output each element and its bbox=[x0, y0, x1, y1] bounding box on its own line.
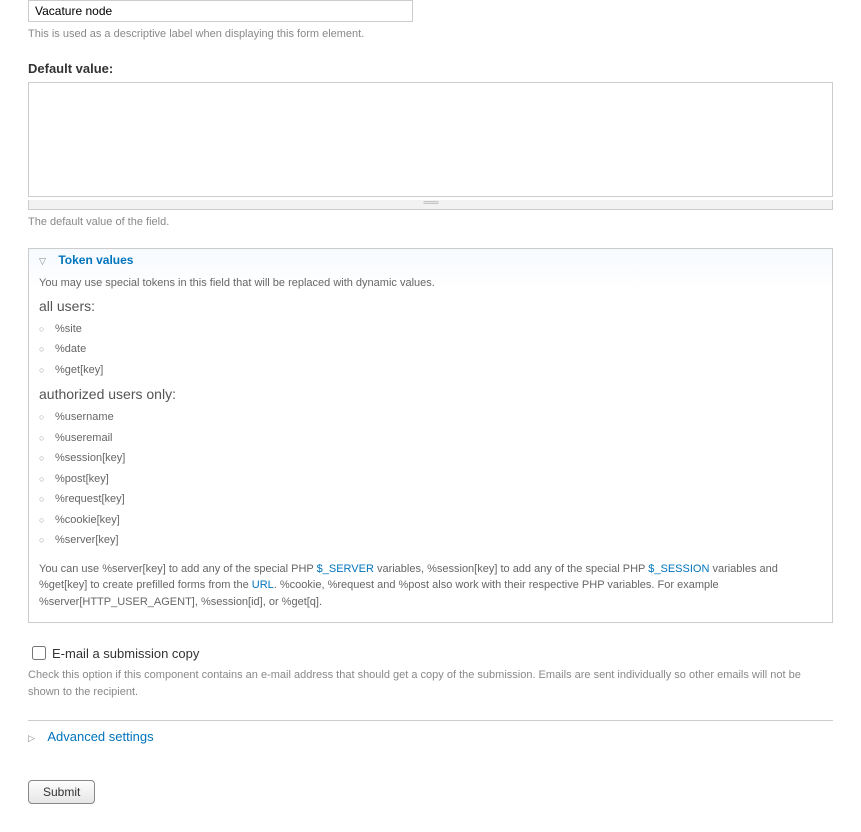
token-item: %date bbox=[39, 339, 822, 360]
token-group-all-users: all users: bbox=[39, 296, 822, 317]
submit-button[interactable]: Submit bbox=[28, 780, 95, 804]
token-item: %cookie[key] bbox=[39, 510, 822, 531]
textarea-resize-grip[interactable]: ═══ bbox=[28, 200, 833, 210]
default-value-description: The default value of the field. bbox=[28, 214, 833, 231]
server-link[interactable]: $_SERVER bbox=[317, 563, 374, 575]
token-item: %username bbox=[39, 407, 822, 428]
collapse-icon: ▽ bbox=[39, 256, 49, 267]
expand-icon: ▷ bbox=[28, 733, 38, 744]
default-value-label: Default value: bbox=[28, 61, 833, 76]
token-item: %site bbox=[39, 319, 822, 340]
token-item: %useremail bbox=[39, 428, 822, 449]
url-link[interactable]: URL bbox=[252, 579, 274, 591]
label-description: This is used as a descriptive label when… bbox=[28, 26, 833, 43]
token-values-toggle[interactable]: Token values bbox=[58, 253, 133, 267]
advanced-settings-toggle[interactable]: Advanced settings bbox=[47, 729, 153, 744]
email-copy-label[interactable]: E-mail a submission copy bbox=[52, 646, 199, 661]
token-values-fieldset: ▽ Token values You may use special token… bbox=[28, 248, 833, 623]
token-help-text: You can use %server[key] to add any of t… bbox=[39, 561, 822, 611]
token-item: %request[key] bbox=[39, 489, 822, 510]
token-item: %post[key] bbox=[39, 469, 822, 490]
token-group-auth-users: authorized users only: bbox=[39, 384, 822, 405]
token-item: %server[key] bbox=[39, 530, 822, 551]
token-intro: You may use special tokens in this field… bbox=[39, 275, 822, 292]
token-list-all: %site%date%get[key] bbox=[39, 319, 822, 381]
token-list-auth: %username%useremail%session[key]%post[ke… bbox=[39, 407, 822, 551]
email-copy-description: Check this option if this component cont… bbox=[28, 667, 833, 700]
session-link[interactable]: $_SESSION bbox=[648, 563, 709, 575]
token-item: %get[key] bbox=[39, 360, 822, 381]
default-value-textarea[interactable] bbox=[28, 82, 833, 197]
email-copy-checkbox[interactable] bbox=[32, 646, 46, 660]
label-input[interactable] bbox=[28, 0, 413, 22]
token-item: %session[key] bbox=[39, 448, 822, 469]
